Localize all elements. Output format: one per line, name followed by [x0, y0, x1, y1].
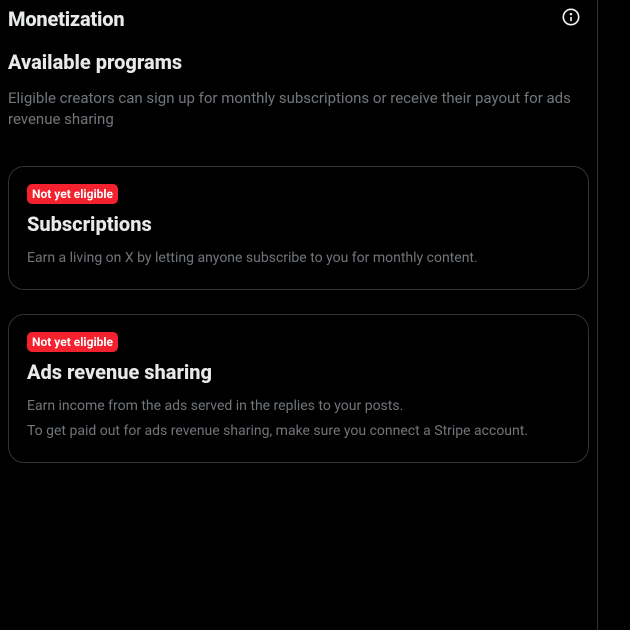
page-title: Monetization [8, 7, 124, 31]
program-card-ads-revenue[interactable]: Not yet eligible Ads revenue sharing Ear… [8, 314, 589, 463]
program-title: Subscriptions [27, 212, 570, 236]
program-description: Earn a living on X by letting anyone sub… [27, 248, 570, 269]
section-header: Available programs Eligible creators can… [0, 38, 597, 134]
info-button[interactable] [553, 1, 589, 37]
section-description: Eligible creators can sign up for monthl… [8, 82, 589, 130]
program-card-subscriptions[interactable]: Not yet eligible Subscriptions Earn a li… [8, 166, 589, 290]
section-title: Available programs [8, 50, 589, 74]
programs-container: Not yet eligible Subscriptions Earn a li… [0, 166, 597, 463]
eligibility-badge: Not yet eligible [27, 184, 118, 204]
page-header: Monetization [0, 0, 597, 38]
monetization-panel: Monetization Available programs Eligible… [0, 0, 598, 630]
info-icon [561, 7, 581, 31]
program-title: Ads revenue sharing [27, 360, 570, 384]
program-description: Earn income from the ads served in the r… [27, 396, 570, 442]
program-description-line: Earn income from the ads served in the r… [27, 396, 570, 417]
program-description-line: To get paid out for ads revenue sharing,… [27, 421, 570, 442]
program-description-line: Earn a living on X by letting anyone sub… [27, 248, 570, 269]
eligibility-badge: Not yet eligible [27, 332, 118, 352]
